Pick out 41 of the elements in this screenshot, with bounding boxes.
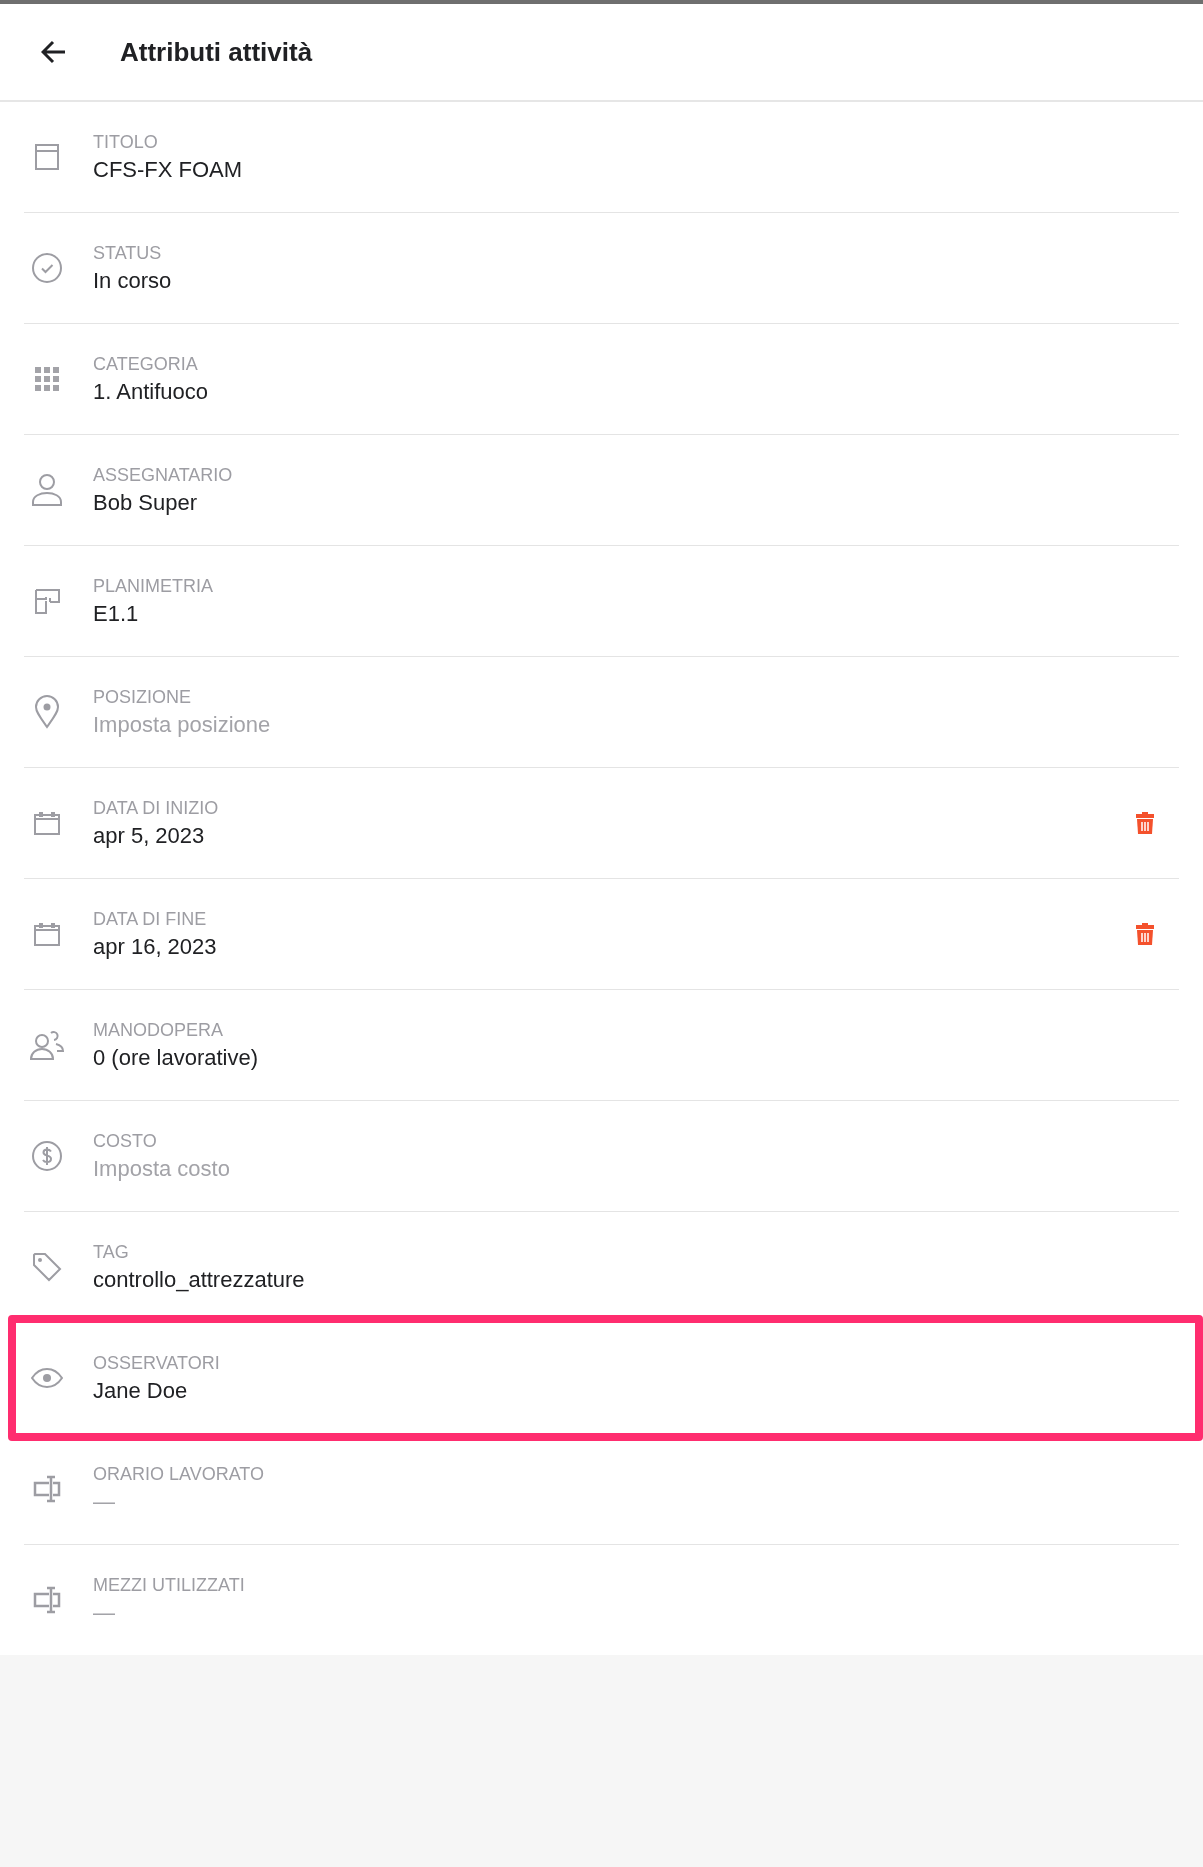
field-label: OSSERVATORI <box>93 1352 220 1374</box>
document-icon <box>34 143 60 171</box>
field-label: ASSEGNATARIO <box>93 464 233 486</box>
field-value[interactable]: Bob Super <box>93 489 197 516</box>
field-label: ORARIO LAVORATO <box>93 1463 265 1485</box>
field-value[interactable]: apr 16, 2023 <box>93 933 217 960</box>
field-label: TAG <box>93 1241 129 1263</box>
calendar-icon <box>33 921 61 947</box>
field-label: PLANIMETRIA <box>93 575 214 597</box>
calendar-icon <box>33 810 61 836</box>
field-value[interactable]: In corso <box>93 267 172 294</box>
delete-button[interactable] <box>1135 811 1155 835</box>
dollar-circle-icon <box>31 1140 63 1172</box>
field-value[interactable]: 1. Antifuoco <box>93 378 208 405</box>
field-label: MEZZI UTILIZZATI <box>93 1574 245 1596</box>
text-field-icon <box>32 1475 62 1503</box>
field-value[interactable]: apr 5, 2023 <box>93 822 205 849</box>
floorplan-icon <box>33 587 61 615</box>
field-label: TITOLO <box>93 131 158 153</box>
field-label: DATA DI FINE <box>93 908 207 930</box>
field-value[interactable]: E1.1 <box>93 600 139 627</box>
people-icon <box>29 1029 65 1061</box>
page-title: Attributi attività <box>120 36 313 68</box>
text-field-icon <box>32 1586 62 1614</box>
check-circle-icon <box>31 252 63 284</box>
field-label: CATEGORIA <box>93 353 198 375</box>
location-pin-icon <box>34 695 60 729</box>
grid-icon <box>34 366 60 392</box>
field-label: DATA DI INIZIO <box>93 797 219 819</box>
field-label: COSTO <box>93 1130 157 1152</box>
field-label: POSIZIONE <box>93 686 191 708</box>
delete-button[interactable] <box>1135 922 1155 946</box>
field-label: STATUS <box>93 242 162 264</box>
field-value[interactable]: CFS-FX FOAM <box>93 156 243 183</box>
tag-icon <box>31 1251 63 1283</box>
field-value[interactable]: Jane Doe <box>93 1377 188 1404</box>
field-label: MANODOPERA <box>93 1019 224 1041</box>
person-icon <box>31 473 63 507</box>
field-value[interactable]: 0 (ore lavorative) <box>93 1044 259 1071</box>
eye-icon <box>30 1367 64 1389</box>
field-value[interactable]: controllo_attrezzature <box>93 1266 305 1293</box>
